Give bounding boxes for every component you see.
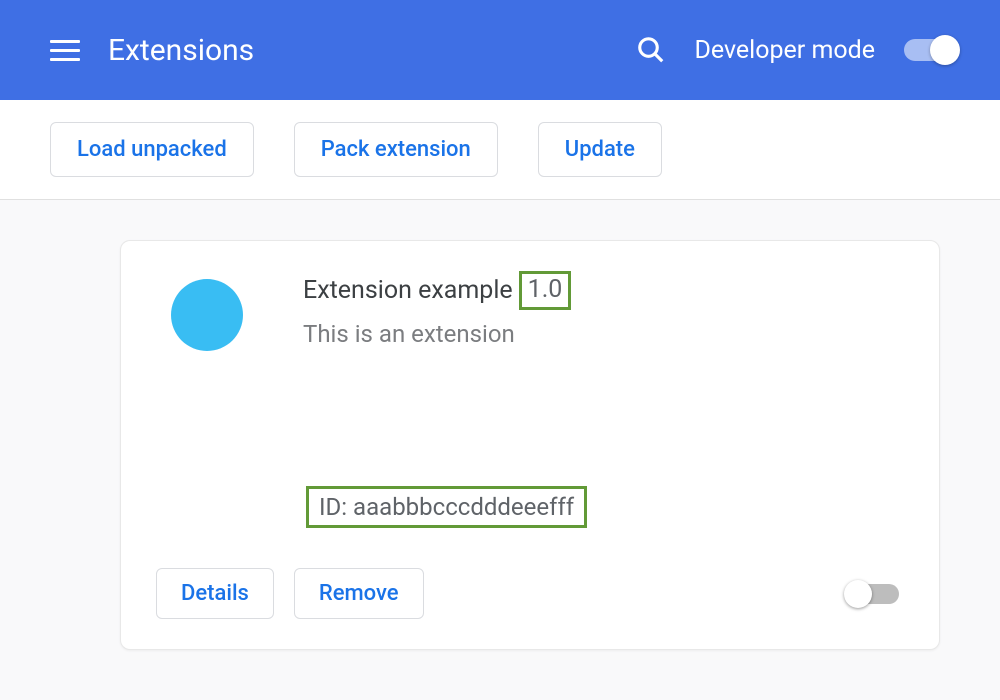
- extension-version: 1.0: [519, 271, 572, 310]
- extension-description: This is an extension: [303, 320, 571, 348]
- extension-name: Extension example: [303, 276, 513, 305]
- developer-mode-toggle[interactable]: [900, 35, 960, 65]
- update-button[interactable]: Update: [538, 122, 662, 177]
- app-header: Extensions Developer mode: [0, 0, 1000, 100]
- remove-button[interactable]: Remove: [294, 568, 424, 619]
- extension-enable-toggle[interactable]: [844, 579, 904, 609]
- extension-card: Extension example 1.0 This is an extensi…: [120, 240, 940, 650]
- extension-icon: [171, 279, 243, 351]
- pack-extension-button[interactable]: Pack extension: [294, 122, 498, 177]
- load-unpacked-button[interactable]: Load unpacked: [50, 122, 254, 177]
- page-title: Extensions: [108, 33, 254, 68]
- details-button[interactable]: Details: [156, 568, 274, 619]
- menu-icon[interactable]: [50, 40, 80, 61]
- developer-mode-label: Developer mode: [694, 36, 875, 65]
- search-icon[interactable]: [636, 35, 666, 65]
- developer-toolbar: Load unpacked Pack extension Update: [0, 100, 1000, 200]
- extension-id: ID: aaabbbcccdddeeefff: [306, 486, 587, 528]
- content-area: Extension example 1.0 This is an extensi…: [0, 200, 1000, 700]
